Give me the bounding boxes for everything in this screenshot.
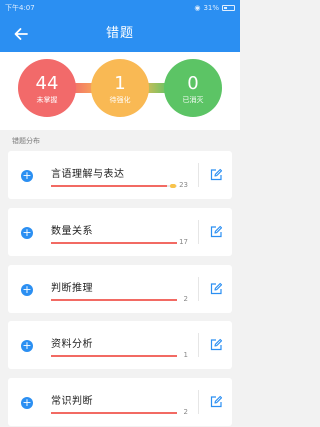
battery-icon (222, 5, 235, 11)
status-time: 下午4:07 (5, 4, 35, 12)
expand-plus-icon[interactable]: + (21, 227, 33, 239)
progress-track (51, 412, 177, 414)
category-name: 数量关系 (51, 226, 93, 237)
divider (198, 163, 199, 187)
expand-plus-icon[interactable]: + (21, 284, 33, 296)
divider (198, 220, 199, 244)
edit-icon[interactable] (209, 282, 223, 296)
battery-percent: 31% (203, 4, 219, 12)
wifi-icon: ◉ (194, 4, 201, 12)
category-count: 1 (183, 351, 188, 359)
status-indicators: ◉ 31% (194, 0, 235, 16)
stat-eliminated[interactable]: 0 已消灭 (168, 74, 218, 105)
progress-track (51, 184, 177, 188)
category-count: 23 (179, 181, 188, 189)
edit-icon[interactable] (209, 168, 223, 182)
edit-icon[interactable] (209, 338, 223, 352)
category-card[interactable]: + 常识判断 2 (8, 378, 232, 426)
stat-value: 0 (187, 73, 199, 94)
stat-label: 未掌握 (36, 96, 58, 104)
status-bar: 下午4:07 ◉ 31% (0, 0, 240, 16)
stats-panel: 44 未掌握 1 待强化 0 已消灭 (0, 52, 240, 130)
progress-fill (51, 242, 177, 244)
expand-plus-icon[interactable]: + (21, 170, 33, 182)
expand-plus-icon[interactable]: + (21, 397, 33, 409)
stat-label: 已消灭 (182, 96, 204, 104)
navbar: 错题 (0, 16, 240, 52)
category-card[interactable]: + 资料分析 1 (8, 321, 232, 369)
progress-track (51, 355, 177, 357)
category-name: 常识判断 (51, 396, 93, 407)
progress-track (51, 242, 177, 244)
divider (198, 390, 199, 414)
progress-highlight (170, 184, 176, 188)
category-card[interactable]: + 判断推理 2 (8, 265, 232, 313)
category-name: 资料分析 (51, 339, 93, 350)
category-card[interactable]: + 数量关系 17 (8, 208, 232, 256)
category-count: 2 (183, 408, 188, 416)
category-name: 判断推理 (51, 283, 93, 294)
page-title: 错题 (105, 26, 134, 41)
progress-track (51, 299, 177, 301)
stat-strengthen[interactable]: 1 待强化 (95, 74, 145, 105)
progress-fill (51, 299, 177, 301)
progress-fill (51, 412, 177, 414)
edit-icon[interactable] (209, 395, 223, 409)
stat-value: 1 (114, 73, 126, 94)
category-card[interactable]: + 言语理解与表达 23 (8, 151, 232, 199)
divider (198, 277, 199, 301)
section-title: 错题分布 (12, 137, 40, 145)
stat-unmastered[interactable]: 44 未掌握 (22, 74, 72, 105)
edit-icon[interactable] (209, 225, 223, 239)
progress-fill (51, 355, 177, 357)
divider (198, 333, 199, 357)
category-count: 17 (179, 238, 188, 246)
stat-value: 44 (35, 73, 59, 94)
stat-label: 待强化 (109, 96, 131, 104)
category-name: 言语理解与表达 (51, 169, 125, 180)
progress-fill (51, 185, 167, 187)
expand-plus-icon[interactable]: + (21, 340, 33, 352)
category-count: 2 (183, 295, 188, 303)
